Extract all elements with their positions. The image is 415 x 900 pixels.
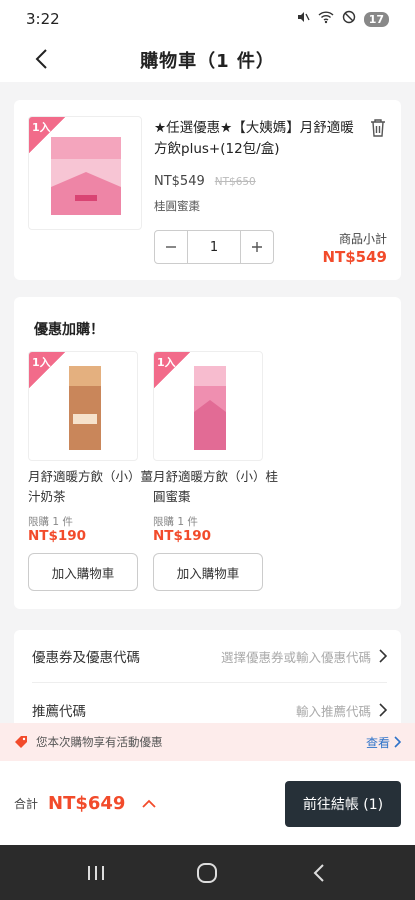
decrease-button[interactable] xyxy=(155,231,187,263)
referral-label: 推薦代碼 xyxy=(32,704,86,720)
mute-icon xyxy=(296,10,310,28)
quantity-badge: 1入 xyxy=(29,117,65,153)
offer-image[interactable]: 1入 xyxy=(153,351,263,461)
total-label: 合計 xyxy=(14,796,39,811)
offer-image[interactable]: 1入 xyxy=(28,351,138,461)
battery-icon: 17 xyxy=(363,11,389,27)
price-row: NT$549 NT$650 xyxy=(154,174,256,189)
upsell-card: 優惠加購！ 1入 月舒適暖方飲（小）薑汁奶茶 限購 1 件 NT$190 加入購… xyxy=(14,297,401,609)
promo-banner: 您本次購物享有活動優惠 查看 xyxy=(0,723,415,761)
back-button[interactable] xyxy=(26,44,56,74)
chevron-up-icon xyxy=(142,799,157,808)
product-price: NT$549 xyxy=(154,174,205,189)
chevron-right-icon xyxy=(379,703,387,717)
page-title: 購物車（1 件） xyxy=(140,51,275,72)
dnd-icon xyxy=(342,10,356,28)
wifi-icon xyxy=(318,10,334,28)
checkout-bar: 合計 NT$649 前往結帳 (1) xyxy=(0,761,415,845)
status-time: 3:22 xyxy=(26,10,60,28)
promo-text: 您本次購物享有活動優惠 xyxy=(36,735,163,749)
offer-name[interactable]: 月舒適暖方飲（小）薑汁奶茶 xyxy=(28,467,158,507)
divider xyxy=(32,682,387,683)
increase-button[interactable] xyxy=(241,231,273,263)
subtotal-value: NT$549 xyxy=(322,248,387,266)
offer-price: NT$190 xyxy=(28,528,87,544)
quantity-input[interactable]: 1 xyxy=(187,231,241,263)
system-nav-bar xyxy=(0,845,415,900)
subtotal-label: 商品小計 xyxy=(338,232,387,246)
back-icon xyxy=(313,863,324,882)
offer-name[interactable]: 月舒適暖方飲（小）桂圓蜜棗 xyxy=(153,467,283,507)
product-variant: 桂圓蜜棗 xyxy=(154,199,200,213)
chevron-right-icon xyxy=(394,736,401,748)
delete-button[interactable] xyxy=(369,118,389,140)
upsell-title: 優惠加購！ xyxy=(34,322,104,338)
chevron-right-icon xyxy=(379,649,387,663)
offer-limit: 限購 1 件 xyxy=(28,516,73,528)
minus-icon xyxy=(166,246,176,248)
quantity-badge: 1入 xyxy=(29,352,65,388)
product-image[interactable]: 1入 xyxy=(28,116,142,230)
offer-limit: 限購 1 件 xyxy=(153,516,198,528)
referral-hint: 輸入推薦代碼 xyxy=(295,703,371,719)
status-icons: 17 xyxy=(296,10,389,28)
checkout-button[interactable]: 前往結帳 (1) xyxy=(285,781,401,827)
cart-item-card: 1入 ★任選優惠★【大姨媽】月舒適暖方飲plus+(12包/盒) NT$549 … xyxy=(14,100,401,280)
system-back-button[interactable] xyxy=(299,853,339,893)
header: 購物車（1 件） xyxy=(0,38,415,82)
add-to-cart-button[interactable]: 加入購物車 xyxy=(153,553,263,591)
tag-icon xyxy=(15,736,27,748)
coupon-hint: 選擇優惠券或輸入優惠代碼 xyxy=(220,649,371,665)
add-to-cart-button[interactable]: 加入購物車 xyxy=(28,553,138,591)
original-price: NT$650 xyxy=(214,176,256,188)
total-value: NT$649 xyxy=(48,792,126,814)
recents-button[interactable] xyxy=(76,853,116,893)
offer-price: NT$190 xyxy=(153,528,212,544)
coupon-label: 優惠券及優惠代碼 xyxy=(32,650,140,666)
home-button[interactable] xyxy=(187,853,227,893)
promo-view-link[interactable]: 查看 xyxy=(366,734,401,751)
plus-icon xyxy=(252,242,262,252)
coupon-row[interactable]: 優惠券及優惠代碼 選擇優惠券或輸入優惠代碼 xyxy=(32,630,387,682)
quantity-stepper: 1 xyxy=(154,230,274,264)
chevron-left-icon xyxy=(35,49,47,69)
trash-icon xyxy=(371,119,385,137)
expand-summary-button[interactable] xyxy=(137,791,161,815)
status-bar: 3:22 17 xyxy=(0,0,415,38)
product-title[interactable]: ★任選優惠★【大姨媽】月舒適暖方飲plus+(12包/盒) xyxy=(154,118,359,160)
recents-icon xyxy=(87,865,104,880)
quantity-badge: 1入 xyxy=(154,352,190,388)
home-icon xyxy=(197,862,218,883)
